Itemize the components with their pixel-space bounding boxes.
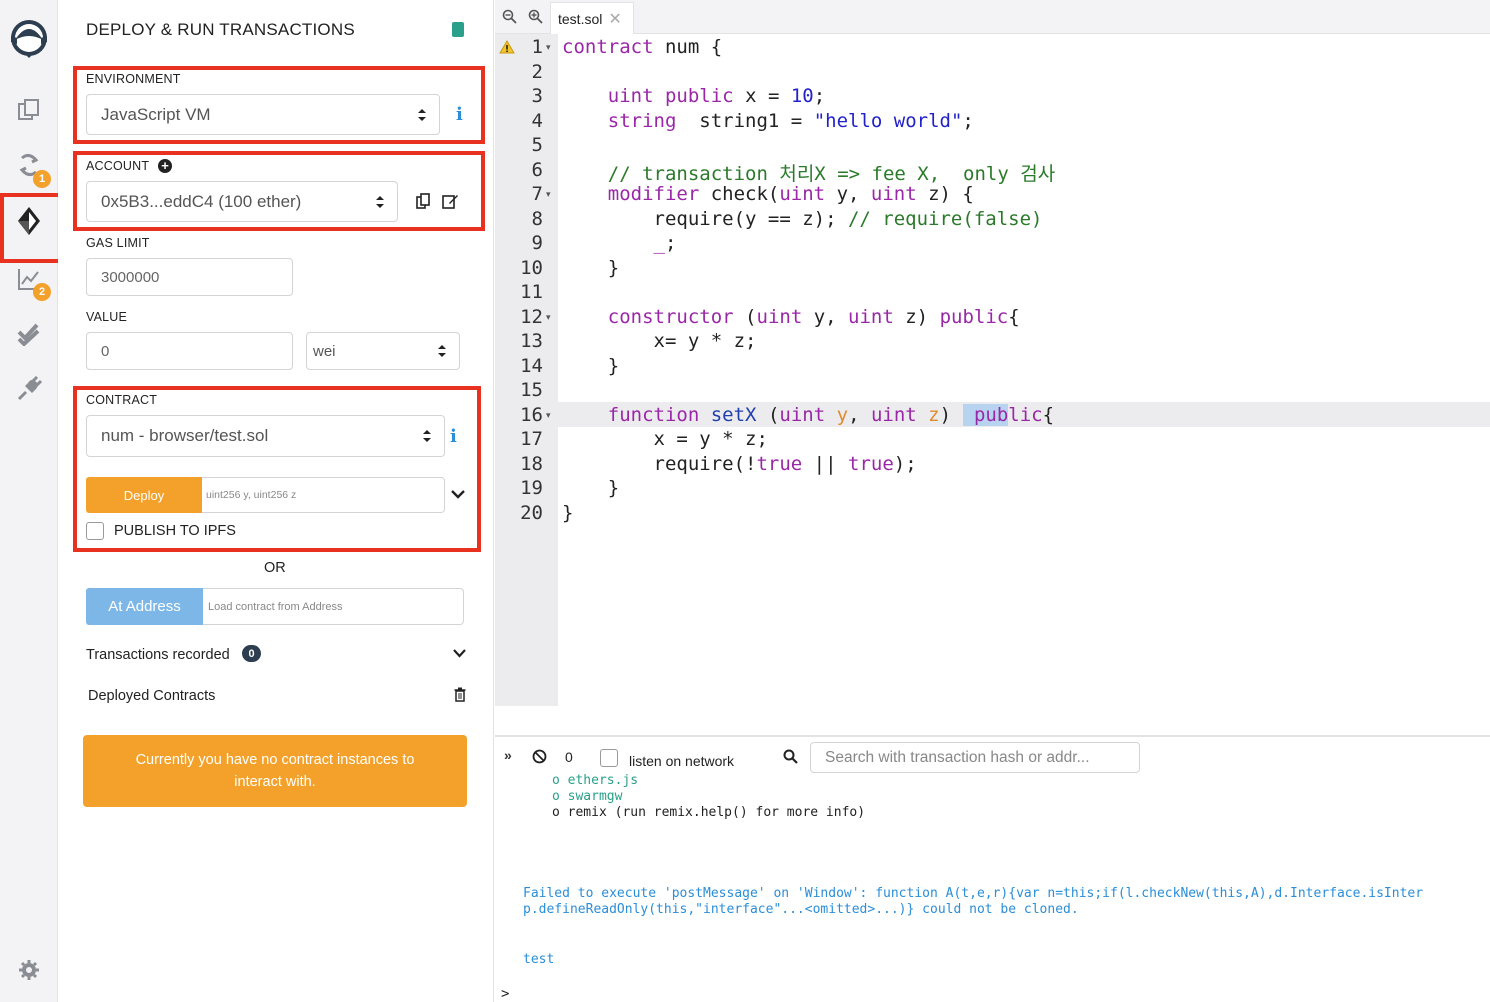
code-line: uint public x = 10; <box>607 85 826 107</box>
code-line: _; <box>653 232 677 254</box>
terminal-line: o swarmgw <box>552 789 623 804</box>
fold-arrow-icon[interactable]: ▾ <box>546 410 551 421</box>
line-number: 10 <box>520 257 543 279</box>
fold-arrow-icon[interactable]: ▾ <box>546 189 551 200</box>
at-address-button[interactable]: At Address <box>86 588 203 625</box>
transactions-recorded-label[interactable]: Transactions recorded <box>86 647 230 663</box>
zoom-out-icon[interactable] <box>502 9 517 24</box>
remix-ide: 1 2 DEPLOY & RUN TRANSACTIONS ENVIRONMEN… <box>0 0 1490 1002</box>
testing-icon[interactable] <box>0 308 58 358</box>
code-line: constructor (uint y, uint z) public{ <box>607 306 1020 328</box>
line-number: 1 <box>531 36 543 58</box>
value-input[interactable]: 0 <box>86 332 293 370</box>
code-line: modifier check(uint y, uint z) { <box>607 183 974 205</box>
line-number: 16 <box>520 404 543 426</box>
line-number: 12 <box>520 306 543 328</box>
gas-limit-input[interactable]: 3000000 <box>86 258 293 296</box>
file-explorer-icon[interactable] <box>0 85 58 135</box>
code-line: } <box>562 257 620 279</box>
line-number: 2 <box>531 61 543 83</box>
or-label: OR <box>264 560 286 576</box>
panel-title: DEPLOY & RUN TRANSACTIONS <box>86 20 355 39</box>
terminal-error-line: Failed to execute 'postMessage' on 'Wind… <box>523 886 1424 901</box>
highlight-account <box>73 151 485 231</box>
line-number: 17 <box>520 428 543 450</box>
terminal-line: test <box>523 952 555 967</box>
close-tab-icon[interactable]: ✕ <box>608 9 621 29</box>
search-icon <box>783 749 798 764</box>
icon-sidebar: 1 2 <box>0 0 58 1002</box>
code-line: // transaction 처리X => fee X, only 검사 <box>607 163 1056 185</box>
settings-gear-icon[interactable] <box>0 945 58 995</box>
code-line: x= y * z; <box>562 330 757 352</box>
chevron-down-icon[interactable] <box>453 649 466 658</box>
code-line: function setX (uint y, uint z) public{ <box>607 404 1055 426</box>
terminal-toolbar: » 0 listen on network Search with transa… <box>495 735 1490 777</box>
listen-network-checkbox[interactable] <box>600 749 618 767</box>
code-line: require(!true || true); <box>562 453 917 475</box>
line-number: 4 <box>531 110 543 132</box>
terminal-line: o remix (run remix.help() for more info) <box>552 805 866 820</box>
line-number: 6 <box>531 159 543 181</box>
no-instances-notice: Currently you have no contract instances… <box>83 735 467 807</box>
line-number: 18 <box>520 453 543 475</box>
line-number: 3 <box>531 85 543 107</box>
line-number: 15 <box>520 379 543 401</box>
terminal-error-line: p.defineReadOnly(this,"interface"...<omi… <box>523 902 1079 917</box>
highlight-contract <box>73 386 481 552</box>
value-unit-select[interactable]: wei <box>306 332 460 370</box>
highlight-environment <box>73 66 485 144</box>
terminal-line: o ethers.js <box>552 773 639 788</box>
listen-network-label: listen on network <box>629 753 735 769</box>
pending-tx-count: 0 <box>565 749 573 765</box>
gas-limit-label: GAS LIMIT <box>86 236 150 250</box>
remix-logo-icon[interactable] <box>0 12 58 64</box>
highlight-deploy-tab <box>0 193 62 263</box>
transactions-count-badge: 0 <box>242 645 261 662</box>
code-line: } <box>562 477 620 499</box>
line-number: 20 <box>520 502 543 524</box>
code-line: } <box>562 355 620 377</box>
fold-arrow-icon[interactable]: ▾ <box>546 312 551 323</box>
value-unit: wei <box>313 342 336 360</box>
line-number: 7 <box>531 183 543 205</box>
code-line: x = y * z; <box>562 428 768 450</box>
line-number: 19 <box>520 477 543 499</box>
select-arrows-icon <box>438 345 446 357</box>
line-number: 13 <box>520 330 543 352</box>
trash-icon[interactable] <box>454 687 466 702</box>
clear-console-icon[interactable] <box>532 749 547 764</box>
docs-book-icon[interactable] <box>452 22 464 37</box>
tab-label: test.sol <box>558 11 603 27</box>
plugin-manager-icon[interactable] <box>0 364 58 414</box>
line-number: 5 <box>531 134 543 156</box>
line-number: 11 <box>520 281 543 303</box>
code-line: contract num { <box>562 36 723 58</box>
terminal-search-input[interactable]: Search with transaction hash or addr... <box>810 742 1140 773</box>
code-line: require(y == z); // require(false) <box>562 208 1043 230</box>
at-address-input[interactable]: Load contract from Address <box>203 588 464 625</box>
tab-test-sol[interactable]: test.sol ✕ <box>550 2 634 35</box>
compiler-icon[interactable]: 1 <box>0 140 58 190</box>
analysis-badge: 2 <box>33 283 51 301</box>
compile-badge: 1 <box>33 170 51 188</box>
fold-arrow-icon[interactable]: ▾ <box>546 42 551 53</box>
code-line: } <box>562 502 574 524</box>
editor-tabbar: test.sol ✕ <box>495 0 1490 35</box>
terminal-prompt[interactable]: > <box>501 986 509 1002</box>
collapse-terminal-icon[interactable]: » <box>504 747 512 763</box>
line-number: 14 <box>520 355 543 377</box>
value-label: VALUE <box>86 310 128 324</box>
line-number: 8 <box>531 208 543 230</box>
notice-line-1: Currently you have no contract instances… <box>135 752 415 768</box>
zoom-in-icon[interactable] <box>528 9 543 24</box>
line-number: 9 <box>531 232 543 254</box>
code-line: string string1 = "hello world"; <box>607 110 974 132</box>
notice-line-2: interact with. <box>234 774 316 790</box>
terminal-output: o ethers.js o swarmgw o remix (run remix… <box>495 773 1490 1002</box>
deployed-contracts-label: Deployed Contracts <box>88 688 216 704</box>
code-editor[interactable] <box>558 34 1490 706</box>
